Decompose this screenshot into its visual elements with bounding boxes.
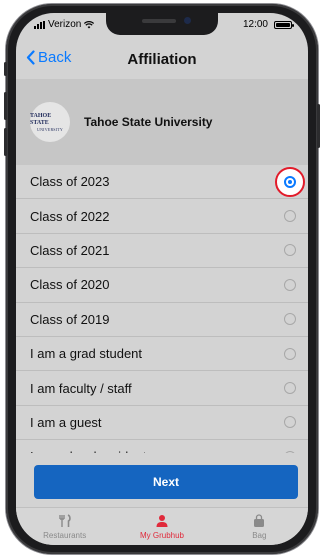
option-guest[interactable]: I am a guest [16,405,308,441]
selected-highlight-circle [275,166,305,197]
wifi-icon [84,20,95,28]
radio-button[interactable] [284,313,296,326]
tab-bag[interactable]: Bag [211,508,308,545]
power-button [317,104,320,148]
utensils-icon [58,514,71,527]
option-class-of-2020[interactable]: Class of 2020 [16,268,308,303]
silent-switch [4,62,7,76]
notch [106,13,218,35]
next-button[interactable]: Next [34,465,298,499]
tab-restaurants[interactable]: Restaurants [16,508,113,545]
option-faculty-staff[interactable]: I am faculty / staff [16,371,308,406]
navigation-bar: Back Affiliation [16,41,308,77]
person-icon [156,515,168,527]
option-label: Class of 2021 [30,242,110,258]
option-label: I am faculty / staff [30,380,132,396]
bag-icon [254,514,265,527]
option-class-of-2019[interactable]: Class of 2019 [16,302,308,337]
university-logo: TAHOE STATE UNIVERSITY [30,102,70,142]
option-label: Class of 2022 [30,208,110,224]
radio-button[interactable] [284,278,296,291]
volume-down-button [4,128,7,156]
radio-button[interactable] [284,347,296,360]
option-class-of-2021[interactable]: Class of 2021 [16,233,308,269]
tab-label: My Grubhub [139,531,184,540]
speaker-grille [142,19,176,23]
option-label: Class of 2023 [30,174,110,190]
tab-label: Bag [252,531,267,540]
radio-button-selected[interactable] [284,175,296,188]
option-grad-student[interactable]: I am a grad student [16,336,308,372]
tab-bar: Restaurants My Grubhub Bag [16,507,308,545]
logo-line-1: TAHOE STATE [30,112,52,126]
option-class-of-2022[interactable]: Class of 2022 [16,199,308,234]
university-name: Tahoe State University [84,115,213,129]
radio-button[interactable] [284,416,296,429]
radio-button[interactable] [284,382,296,395]
screen: Verizon 12:00 Back Affiliation TAHOE STA… [16,13,308,545]
option-class-of-2023[interactable]: Class of 2023 [16,165,308,200]
tab-my-grubhub[interactable]: My Grubhub [113,508,210,545]
option-label: Class of 2019 [30,311,110,327]
signal-icon [34,20,45,29]
clock: 12:00 [242,19,268,30]
carrier-name: Verizon [48,19,82,30]
phone-frame: Verizon 12:00 Back Affiliation TAHOE STA… [4,4,320,554]
page-title: Affiliation [127,51,197,68]
affiliation-list: Class of 2023 Class of 2022 Class of 202… [16,165,308,475]
camera-icon [184,17,191,24]
option-label: I am a guest [30,414,102,430]
radio-button[interactable] [284,244,296,257]
option-label: I am a grad student [30,346,143,362]
radio-button[interactable] [284,210,296,223]
tab-label: Restaurants [43,531,87,540]
university-header: TAHOE STATE UNIVERSITY Tahoe State Unive… [16,79,308,165]
logo-line-2: UNIVERSITY [37,126,63,132]
footer: Next [16,453,308,507]
volume-up-button [4,92,7,120]
battery-icon [274,20,294,29]
option-label: Class of 2020 [30,277,110,293]
